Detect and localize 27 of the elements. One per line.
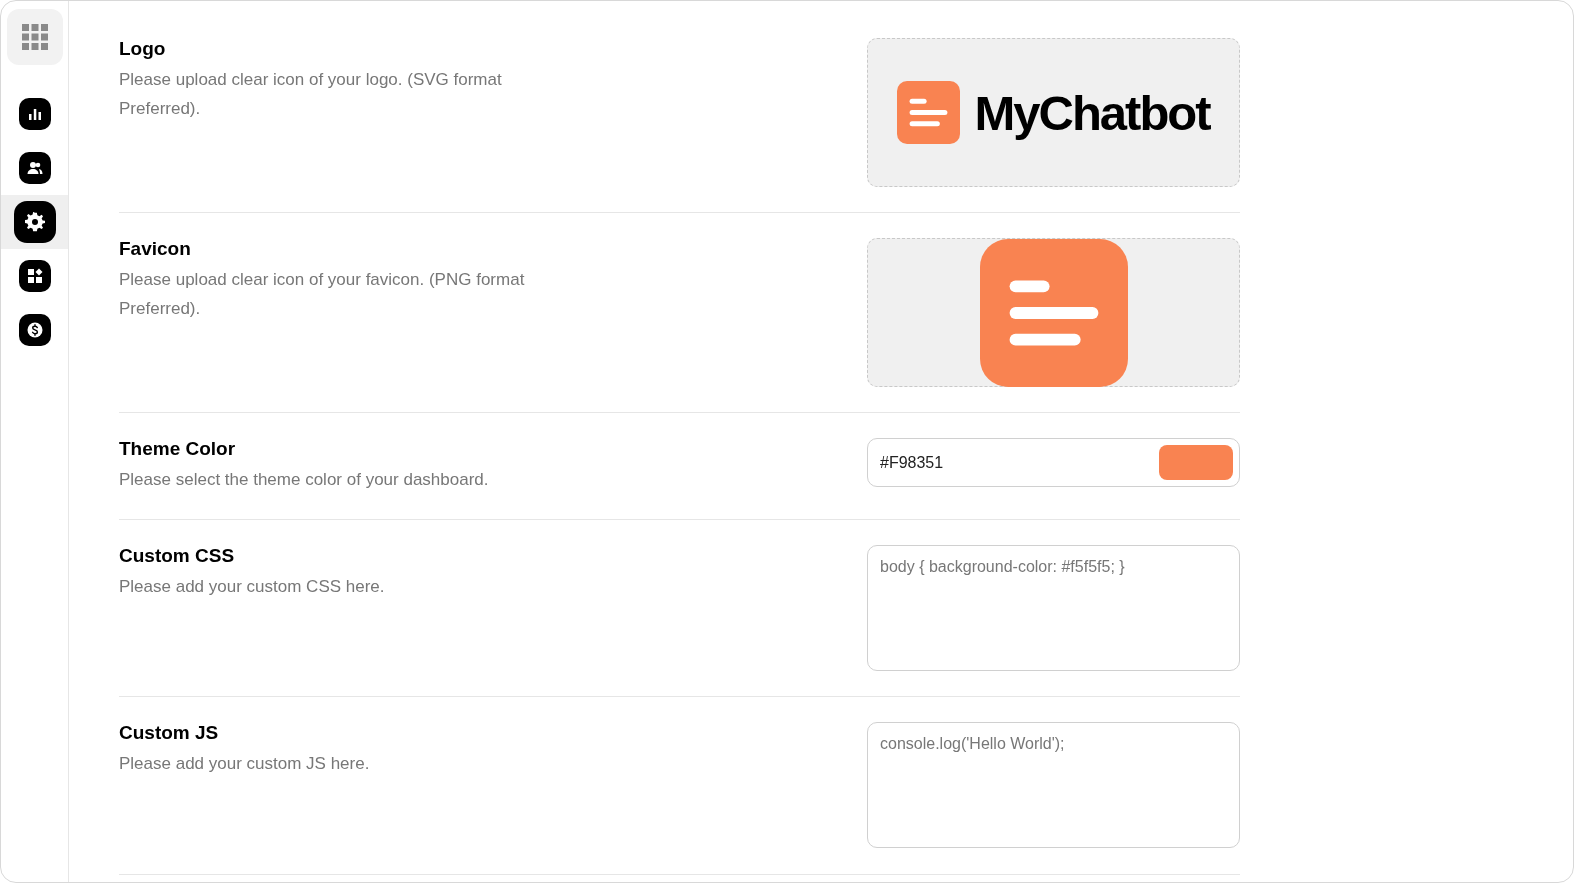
logo-wordmark: MyChatbot: [974, 84, 1210, 141]
color-input-field[interactable]: #F98351: [867, 438, 1240, 487]
setting-description: Please upload clear icon of your logo. (SVG format Preferred).: [119, 69, 503, 120]
code-input-field[interactable]: console.log('Hello World');: [867, 722, 1240, 848]
setting-description: Please upload clear icon of your favicon. (PNG format Preferred).: [119, 269, 526, 320]
setting-description: Please add your custom CSS here.: [119, 576, 385, 598]
color-swatch[interactable]: [1159, 445, 1233, 480]
setting-title: Favicon: [119, 238, 192, 260]
sidebar-item[interactable]: [1, 195, 68, 249]
setting-description: Please select the theme color of your dashboard.: [119, 469, 489, 491]
logo-upload-area[interactable]: MyChatbot: [867, 38, 1240, 187]
setting-description: Please add your custom JS here.: [119, 753, 370, 775]
code-input-field[interactable]: body { background-color: #f5f5f5; }: [867, 545, 1240, 671]
chat-lines-icon: [979, 238, 1128, 387]
chart-icon: [18, 98, 51, 130]
users-icon: [18, 152, 51, 184]
widgets-icon: [18, 260, 51, 292]
settings-icon: [13, 201, 56, 243]
setting-title: Custom CSS: [119, 545, 236, 567]
apps-menu-button[interactable]: [6, 9, 63, 65]
setting-title: Custom JS: [119, 722, 220, 744]
grid-icon: [21, 24, 48, 50]
setting-title: Theme Color: [119, 438, 237, 460]
color-value: #F98351: [880, 453, 944, 472]
setting-title: Logo: [119, 38, 167, 60]
chat-lines-icon: [897, 81, 961, 144]
billing-icon: [18, 314, 51, 346]
